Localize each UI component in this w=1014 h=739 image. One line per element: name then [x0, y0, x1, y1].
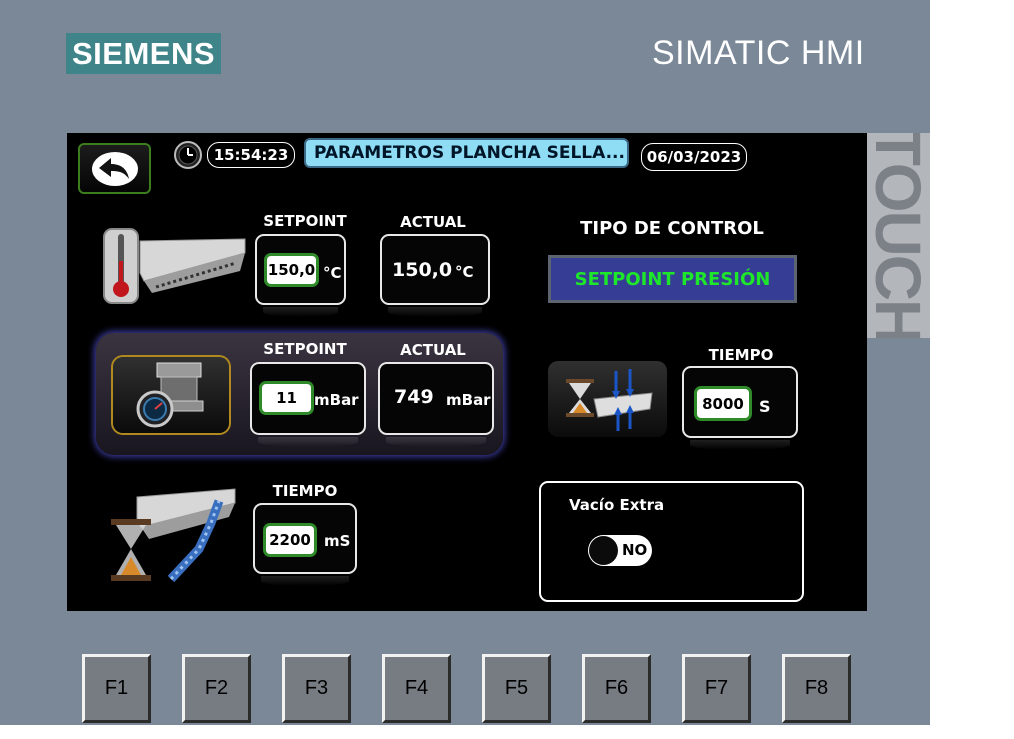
- clock-icon: [174, 141, 202, 169]
- clock-display: 15:54:23: [207, 142, 295, 168]
- control-type-label: TIPO DE CONTROL: [580, 218, 764, 239]
- function-key-f6[interactable]: F6: [582, 654, 651, 723]
- extra-vacuum-panel: Vacío Extra NO: [539, 481, 804, 602]
- page-title: PARAMETROS PLANCHA SELLA...: [304, 138, 629, 168]
- function-key-f5[interactable]: F5: [482, 654, 551, 723]
- hmi-screen: 15:54:23 PARAMETROS PLANCHA SELLA... 06/…: [67, 133, 867, 611]
- pressure-setpoint-box: 11 mBar: [250, 362, 366, 447]
- control-type-button[interactable]: SETPOINT PRESIÓN: [548, 255, 797, 303]
- temp-setpoint-unit: °C: [323, 264, 342, 282]
- pressure-time-box: 8000 S: [682, 366, 798, 450]
- temp-setpoint-input[interactable]: 150,0: [267, 256, 316, 284]
- toggle-knob: [589, 536, 618, 565]
- sealing-time-icon: [111, 488, 236, 583]
- pressure-setpoint-input[interactable]: 11: [262, 384, 311, 412]
- extra-vacuum-toggle[interactable]: NO: [588, 535, 652, 566]
- function-key-f2[interactable]: F2: [182, 654, 251, 723]
- touch-label: TOUCH: [867, 133, 930, 338]
- vacuum-gauge-icon: [136, 362, 204, 428]
- pressure-actual-box: 749 mBar: [378, 362, 494, 447]
- pressure-time-icon-button: [548, 361, 667, 437]
- pressure-time-icon: [566, 369, 653, 431]
- pressure-time-label: TIEMPO: [708, 346, 774, 364]
- temp-actual-label: ACTUAL: [400, 213, 466, 231]
- temp-actual-value: 150,0: [392, 259, 453, 281]
- temp-actual-unit: °C: [455, 263, 474, 281]
- pressure-time-input[interactable]: 8000: [697, 389, 749, 418]
- sealing-time-unit: mS: [324, 532, 351, 550]
- thermometer-heater-icon: [103, 228, 246, 304]
- function-key-f8[interactable]: F8: [782, 654, 851, 723]
- function-key-f3[interactable]: F3: [282, 654, 351, 723]
- pressure-setpoint-label: SETPOINT: [263, 340, 347, 358]
- simatic-hmi-label: SIMATIC HMI: [652, 34, 865, 72]
- back-button[interactable]: [78, 143, 151, 194]
- function-key-f4[interactable]: F4: [382, 654, 451, 723]
- sealing-time-label: TIEMPO: [272, 482, 338, 500]
- hmi-bezel: SIEMENS SIMATIC HMI TOUCH 15:54:23 PARAM…: [0, 0, 930, 725]
- function-key-f1[interactable]: F1: [82, 654, 151, 723]
- pressure-time-unit: S: [759, 397, 771, 416]
- pressure-actual-label: ACTUAL: [400, 341, 466, 359]
- extra-vacuum-state: NO: [622, 541, 648, 559]
- sealing-time-box: 2200 mS: [253, 503, 357, 586]
- date-display: 06/03/2023: [641, 143, 747, 171]
- temp-setpoint-box: 150,0 °C: [255, 234, 346, 317]
- touch-text: TOUCH: [867, 133, 930, 338]
- back-arrow-icon: [91, 151, 138, 186]
- pressure-actual-unit: mBar: [446, 391, 491, 409]
- siemens-logo: SIEMENS: [66, 33, 221, 74]
- temp-setpoint-label: SETPOINT: [263, 212, 347, 230]
- sealing-time-input[interactable]: 2200: [266, 526, 314, 554]
- temp-actual-box: 150,0 °C: [380, 234, 490, 317]
- pressure-actual-value: 749: [394, 386, 434, 408]
- vacuum-gauge-button[interactable]: [113, 357, 229, 433]
- function-key-f7[interactable]: F7: [682, 654, 751, 723]
- extra-vacuum-label: Vacío Extra: [569, 496, 665, 514]
- pressure-setpoint-unit: mBar: [314, 391, 359, 409]
